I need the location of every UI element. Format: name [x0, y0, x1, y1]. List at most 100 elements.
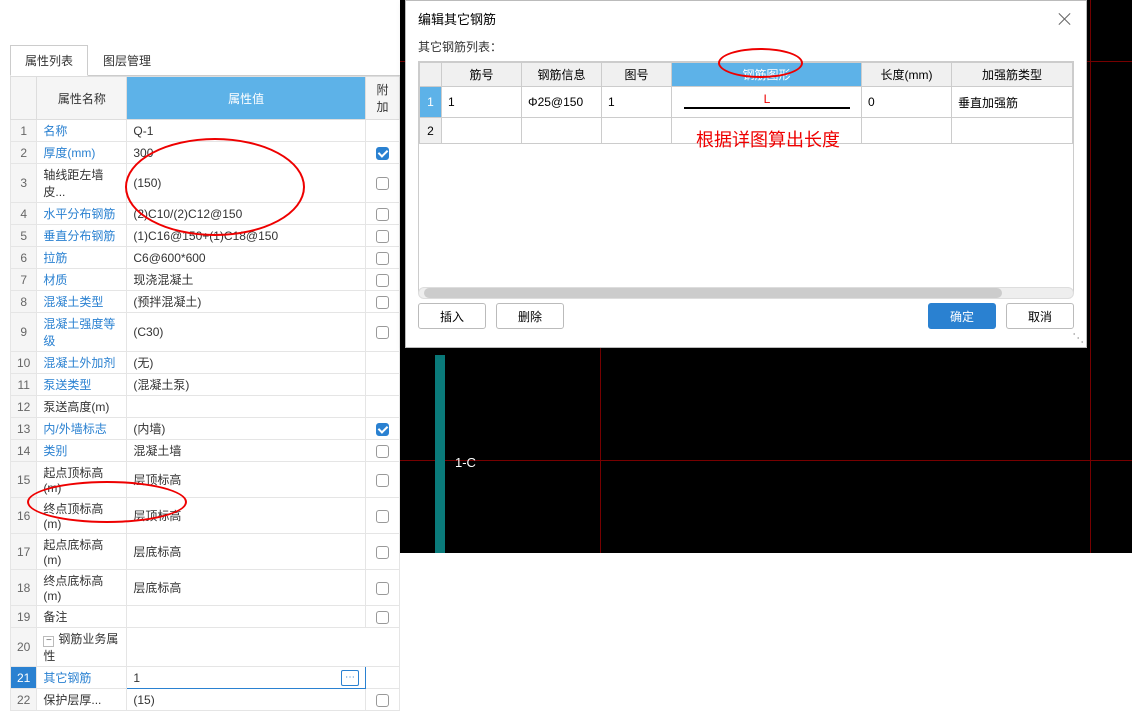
cell-type[interactable] [952, 118, 1073, 144]
prop-name-link[interactable]: 水平分布钢筋 [43, 207, 115, 221]
cell-num[interactable]: 1 [442, 87, 522, 118]
prop-value-cell[interactable]: 层底标高 [127, 534, 366, 570]
horizontal-scrollbar[interactable] [418, 287, 1074, 299]
table-row[interactable]: 9混凝土强度等级(C30) [11, 313, 400, 352]
cell-len[interactable] [862, 118, 952, 144]
prop-value-cell[interactable] [127, 606, 366, 628]
table-row[interactable]: 10混凝土外加剂(无) [11, 352, 400, 374]
prop-value-cell[interactable]: C6@600*600 [127, 247, 366, 269]
prop-value-cell[interactable] [127, 396, 366, 418]
cell-info[interactable]: Φ25@150 [522, 87, 602, 118]
table-row[interactable]: 18终点底标高(m)层底标高 [11, 570, 400, 606]
table-row[interactable]: 19备注 [11, 606, 400, 628]
prop-value-cell[interactable]: (无) [127, 352, 366, 374]
prop-extra-cell [366, 120, 400, 142]
table-row[interactable]: 14类别混凝土墙 [11, 440, 400, 462]
table-row[interactable]: 11Φ25@1501L0垂直加强筋 [420, 87, 1073, 118]
collapse-icon[interactable]: − [43, 636, 54, 647]
wall-element[interactable] [435, 355, 445, 553]
tab-properties[interactable]: 属性列表 [10, 45, 88, 76]
cell-shape[interactable]: L [672, 87, 862, 118]
table-row[interactable]: 4水平分布钢筋(2)C10/(2)C12@150 [11, 203, 400, 225]
checkbox[interactable] [376, 274, 389, 287]
checkbox[interactable] [376, 474, 389, 487]
cell-len[interactable]: 0 [862, 87, 952, 118]
table-row[interactable]: 1名称Q-1 [11, 120, 400, 142]
prop-value-cell[interactable]: (预拌混凝土) [127, 291, 366, 313]
checkbox[interactable] [376, 611, 389, 624]
checkbox[interactable] [376, 230, 389, 243]
table-row[interactable]: 13内/外墙标志(内墙) [11, 418, 400, 440]
cancel-button[interactable]: 取消 [1006, 303, 1074, 329]
table-row[interactable]: 8混凝土类型(预拌混凝土) [11, 291, 400, 313]
ok-button[interactable]: 确定 [928, 303, 996, 329]
checkbox[interactable] [376, 445, 389, 458]
prop-value-cell[interactable]: (混凝土泵) [127, 374, 366, 396]
checkbox[interactable] [376, 296, 389, 309]
prop-value-cell[interactable]: 1⋯ [127, 667, 366, 689]
checkbox[interactable] [376, 147, 389, 160]
prop-value-cell[interactable]: (15) [127, 689, 366, 711]
table-row[interactable]: 12泵送高度(m) [11, 396, 400, 418]
prop-value-cell[interactable]: (2)C10/(2)C12@150 [127, 203, 366, 225]
prop-value-cell[interactable]: (150) [127, 164, 366, 203]
cell-type[interactable]: 垂直加强筋 [952, 87, 1073, 118]
prop-value-cell[interactable]: 层底标高 [127, 570, 366, 606]
prop-value-cell[interactable]: (1)C16@150+(1)C18@150 [127, 225, 366, 247]
prop-name-link[interactable]: 混凝土强度等级 [43, 317, 115, 348]
insert-button[interactable]: 插入 [418, 303, 486, 329]
prop-name-link[interactable]: 拉筋 [43, 251, 67, 265]
table-row[interactable]: 2厚度(mm)300 [11, 142, 400, 164]
checkbox[interactable] [376, 546, 389, 559]
prop-name-link[interactable]: 类别 [43, 444, 67, 458]
prop-value-cell[interactable]: 300 [127, 142, 366, 164]
prop-value-cell[interactable]: 现浇混凝土 [127, 269, 366, 291]
table-row[interactable]: 21其它钢筋1⋯ [11, 667, 400, 689]
table-row[interactable]: 7材质现浇混凝土 [11, 269, 400, 291]
table-row[interactable]: 5垂直分布钢筋(1)C16@150+(1)C18@150 [11, 225, 400, 247]
cell-info[interactable] [522, 118, 602, 144]
dlg-col-num: 筋号 [442, 63, 522, 87]
prop-value-cell[interactable]: 层顶标高 [127, 462, 366, 498]
prop-name-link[interactable]: 厚度(mm) [43, 146, 95, 160]
checkbox[interactable] [376, 252, 389, 265]
checkbox[interactable] [376, 177, 389, 190]
resize-handle-icon[interactable] [1073, 334, 1083, 344]
prop-name-link[interactable]: 垂直分布钢筋 [43, 229, 115, 243]
prop-value-cell[interactable]: (内墙) [127, 418, 366, 440]
prop-name-link[interactable]: 材质 [43, 273, 67, 287]
table-row[interactable]: 15起点顶标高(m)层顶标高 [11, 462, 400, 498]
table-row[interactable]: 11泵送类型(混凝土泵) [11, 374, 400, 396]
delete-button[interactable]: 删除 [496, 303, 564, 329]
checkbox[interactable] [376, 423, 389, 436]
prop-name-link[interactable]: 内/外墙标志 [43, 422, 106, 436]
checkbox[interactable] [376, 208, 389, 221]
dlg-col-shape[interactable]: 钢筋图形 [672, 63, 862, 87]
prop-name-link[interactable]: 名称 [43, 124, 67, 138]
checkbox[interactable] [376, 694, 389, 707]
table-row[interactable]: 17起点底标高(m)层底标高 [11, 534, 400, 570]
prop-name-link[interactable]: 混凝土类型 [43, 295, 103, 309]
close-icon[interactable] [1056, 10, 1074, 28]
tab-layers[interactable]: 图层管理 [88, 45, 166, 75]
checkbox[interactable] [376, 326, 389, 339]
cell-num[interactable] [442, 118, 522, 144]
prop-name-link[interactable]: 其它钢筋 [43, 671, 91, 685]
table-row[interactable]: 20−钢筋业务属性 [11, 628, 400, 667]
more-icon[interactable]: ⋯ [341, 670, 359, 686]
checkbox[interactable] [376, 510, 389, 523]
prop-name-link[interactable]: 泵送类型 [43, 378, 91, 392]
prop-value-cell[interactable] [127, 628, 400, 667]
checkbox[interactable] [376, 582, 389, 595]
prop-value-cell[interactable]: 层顶标高 [127, 498, 366, 534]
table-row[interactable]: 6拉筋C6@600*600 [11, 247, 400, 269]
prop-name-link[interactable]: 混凝土外加剂 [43, 356, 115, 370]
prop-value-cell[interactable]: (C30) [127, 313, 366, 352]
table-row[interactable]: 22保护层厚...(15) [11, 689, 400, 711]
table-row[interactable]: 16终点顶标高(m)层顶标高 [11, 498, 400, 534]
table-row[interactable]: 3轴线距左墙皮...(150) [11, 164, 400, 203]
prop-value-cell[interactable]: Q-1 [127, 120, 366, 142]
prop-value-cell[interactable]: 混凝土墙 [127, 440, 366, 462]
cell-fig[interactable] [602, 118, 672, 144]
cell-fig[interactable]: 1 [602, 87, 672, 118]
